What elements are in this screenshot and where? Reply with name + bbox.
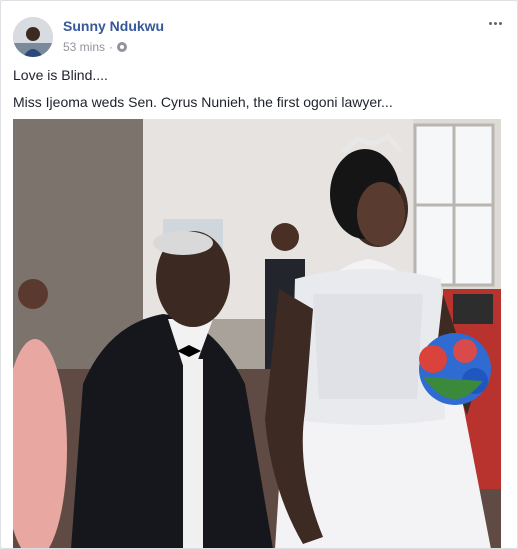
post-meta: 53 mins · <box>63 40 128 54</box>
meta-separator: · <box>109 40 114 54</box>
ellipsis-icon[interactable] <box>485 15 505 31</box>
post-card: Sunny Ndukwu 53 mins · Love is Blind....… <box>0 0 518 549</box>
author-avatar[interactable] <box>13 17 53 57</box>
wedding-photo-illustration <box>13 119 501 548</box>
globe-icon[interactable] <box>117 42 128 52</box>
post-header: Sunny Ndukwu 53 mins · <box>13 15 505 59</box>
post-timestamp[interactable]: 53 mins <box>63 40 105 54</box>
avatar-image <box>13 17 53 57</box>
post-text-line-2: Miss Ijeoma weds Sen. Cyrus Nunieh, the … <box>13 94 393 110</box>
author-name-link[interactable]: Sunny Ndukwu <box>63 18 164 34</box>
post-photo[interactable] <box>13 119 501 548</box>
post-text-line-1: Love is Blind.... <box>13 67 108 83</box>
